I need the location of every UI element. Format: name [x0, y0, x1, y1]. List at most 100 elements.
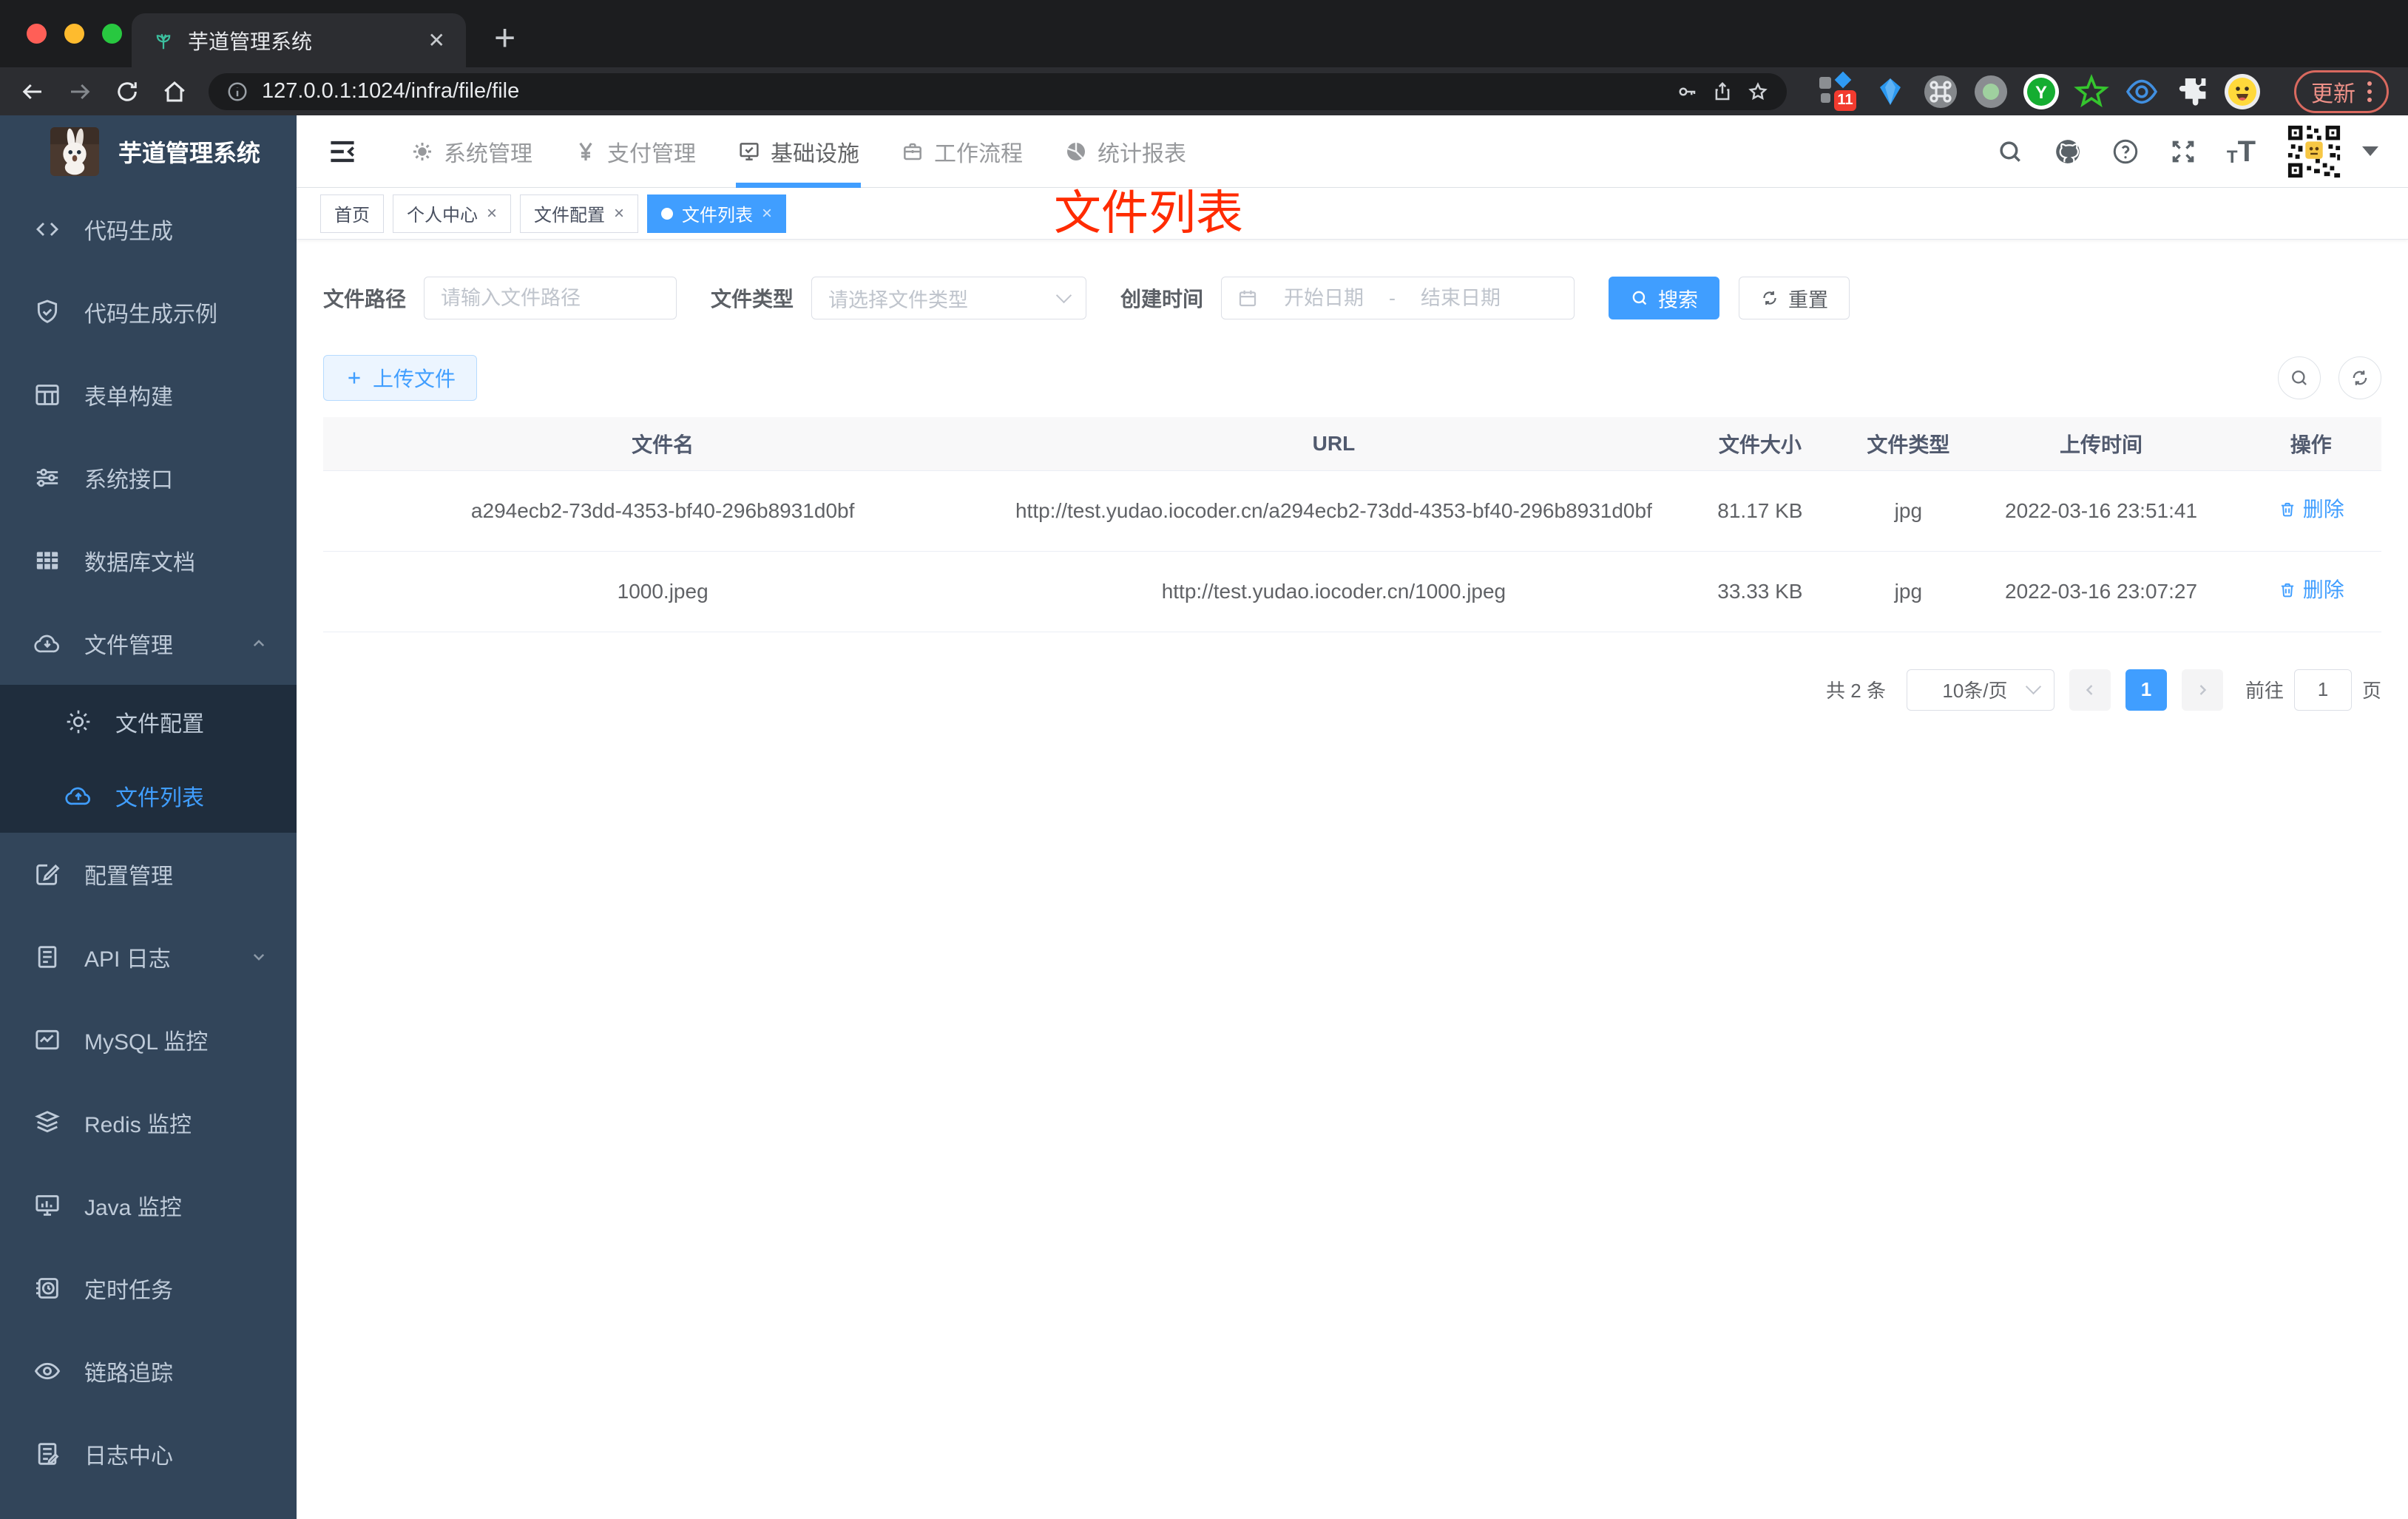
search-button[interactable]: 搜索: [1609, 277, 1720, 319]
site-info-icon[interactable]: [226, 81, 248, 103]
header-upload-time: 上传时间: [1961, 417, 2241, 471]
sidebar-fold-icon[interactable]: [326, 135, 359, 168]
reload-icon[interactable]: [114, 78, 141, 105]
extension-emoji-icon[interactable]: [2225, 73, 2260, 109]
tab-close-icon[interactable]: ✕: [428, 28, 445, 53]
menu-item-system[interactable]: 系统管理: [390, 115, 553, 187]
url-text[interactable]: 127.0.0.1:1024/infra/file/file: [262, 79, 1663, 104]
browser-tab[interactable]: 芋道管理系统 ✕: [132, 13, 466, 67]
toggle-search-button[interactable]: [2278, 356, 2321, 399]
page-number-button[interactable]: 1: [2125, 669, 2167, 711]
document-edit-icon: [38, 1443, 59, 1465]
extension-star-icon[interactable]: [2074, 73, 2109, 109]
menu-item-infrastructure[interactable]: 基础设施: [717, 115, 880, 188]
app-title: 芋道管理系统: [118, 140, 261, 166]
sidebar-item-code-demo[interactable]: 代码生成示例: [0, 271, 297, 353]
extension-puzzle-icon[interactable]: [2174, 74, 2210, 109]
sidebar-item-api-log[interactable]: API 日志: [0, 916, 297, 998]
window-zoom-button[interactable]: [102, 24, 122, 44]
delete-button[interactable]: 删除: [2278, 493, 2344, 526]
cell-file-name: 1000.jpeg: [323, 551, 1003, 632]
sidebar-item-config-management[interactable]: 配置管理: [0, 833, 297, 916]
sidebar-item-file-list[interactable]: 文件列表: [0, 759, 297, 833]
browser-menu-kebab-icon[interactable]: [2367, 81, 2372, 102]
sidebar-item-code-generation[interactable]: 代码生成: [0, 188, 297, 271]
sidebar-item-form-builder[interactable]: 表单构建: [0, 353, 297, 436]
new-tab-button[interactable]: +: [494, 16, 515, 59]
avatar-caret-icon[interactable]: [2362, 146, 2378, 156]
table-header-row: 文件名 URL 文件大小 文件类型 上传时间 操作: [323, 417, 2381, 471]
tag-close-icon[interactable]: ×: [487, 203, 497, 224]
file-type-select[interactable]: 请选择文件类型: [811, 277, 1087, 319]
date-range-picker[interactable]: -: [1221, 277, 1575, 319]
password-key-icon[interactable]: [1676, 81, 1698, 103]
sidebar-item-mysql-monitor[interactable]: MySQL 监控: [0, 998, 297, 1081]
page-size-select[interactable]: 10条/页: [1906, 669, 2054, 711]
delete-button[interactable]: 删除: [2278, 574, 2344, 606]
chevron-left-icon: [2086, 684, 2093, 695]
sidebar-item-redis-monitor[interactable]: Redis 监控: [0, 1081, 297, 1164]
sidebar-item-java-monitor[interactable]: Java 监控: [0, 1164, 297, 1247]
tag-profile[interactable]: 个人中心 ×: [393, 194, 512, 233]
menu-item-workflow[interactable]: 工作流程: [880, 115, 1044, 187]
tag-close-icon[interactable]: ×: [614, 203, 624, 224]
chevron-down-icon: [2025, 678, 2042, 695]
menu-item-payment[interactable]: 支付管理: [553, 115, 717, 187]
tag-file-list[interactable]: 文件列表 ×: [647, 194, 787, 233]
start-date-input[interactable]: [1272, 286, 1376, 310]
tag-close-icon[interactable]: ×: [762, 203, 772, 224]
help-icon[interactable]: [2111, 138, 2140, 166]
github-icon[interactable]: [2054, 138, 2082, 166]
home-icon[interactable]: [161, 78, 188, 105]
date-separator: -: [1389, 286, 1396, 309]
sidebar-item-system-api[interactable]: 系统接口: [0, 436, 297, 519]
tag-home[interactable]: 首页: [320, 194, 384, 233]
red-annotation-text: 文件列表: [1054, 186, 1243, 240]
chevron-down-icon: [253, 953, 265, 961]
goto-page-input[interactable]: [2293, 669, 2352, 711]
sidebar-item-db-doc[interactable]: 数据库文档: [0, 519, 297, 602]
browser-update-button[interactable]: 更新: [2294, 70, 2389, 113]
chevron-right-icon: [2199, 684, 2207, 695]
monitor-check-icon: [740, 142, 759, 160]
back-icon[interactable]: [19, 78, 46, 105]
avatar-qr-image[interactable]: [2285, 122, 2343, 180]
upload-file-button[interactable]: 上传文件: [323, 355, 478, 401]
app-logo[interactable]: 芋道管理系统: [0, 115, 297, 188]
file-path-input[interactable]: [424, 277, 677, 319]
window-close-button[interactable]: [27, 24, 47, 44]
menu-item-reports[interactable]: 统计报表: [1044, 115, 1207, 187]
calendar-icon: [1239, 290, 1257, 307]
code-icon: [35, 222, 59, 237]
extension-fragments-icon[interactable]: 11: [1818, 71, 1858, 112]
browser-toolbar: 127.0.0.1:1024/infra/file/file 11 Y 更新: [0, 67, 2408, 115]
edit-square-icon: [36, 864, 60, 885]
prev-page-button[interactable]: [2069, 669, 2111, 711]
next-page-button[interactable]: [2181, 669, 2223, 711]
end-date-input[interactable]: [1409, 286, 1513, 310]
cell-file-type: jpg: [1855, 551, 1962, 632]
extension-command-icon[interactable]: [1923, 74, 1958, 109]
tag-file-config[interactable]: 文件配置 ×: [520, 194, 639, 233]
header-file-type: 文件类型: [1855, 417, 1962, 471]
sidebar-item-log-center[interactable]: 日志中心: [0, 1413, 297, 1495]
share-icon[interactable]: [1711, 81, 1734, 103]
refresh-table-button[interactable]: [2338, 356, 2381, 399]
window-minimize-button[interactable]: [64, 24, 84, 44]
extension-dot-icon[interactable]: [1973, 74, 2009, 109]
url-bar[interactable]: 127.0.0.1:1024/infra/file/file: [209, 72, 1787, 110]
bookmark-star-icon[interactable]: [1747, 81, 1769, 103]
extension-eye-icon[interactable]: [2124, 74, 2160, 109]
sidebar-item-file-config[interactable]: 文件配置: [0, 685, 297, 759]
briefcase-icon: [904, 143, 921, 160]
forward-icon[interactable]: [67, 78, 93, 105]
sidebar-item-file-management[interactable]: 文件管理: [0, 602, 297, 685]
extension-gem-icon[interactable]: [1873, 74, 1908, 109]
extension-y-icon[interactable]: Y: [2023, 73, 2059, 109]
font-size-icon[interactable]: TT: [2227, 137, 2256, 166]
reset-button[interactable]: 重置: [1739, 277, 1850, 319]
sidebar-item-trace[interactable]: 链路追踪: [0, 1330, 297, 1413]
search-icon[interactable]: [1996, 138, 2024, 166]
fullscreen-icon[interactable]: [2169, 138, 2197, 166]
sidebar-item-scheduled-tasks[interactable]: 定时任务: [0, 1247, 297, 1330]
